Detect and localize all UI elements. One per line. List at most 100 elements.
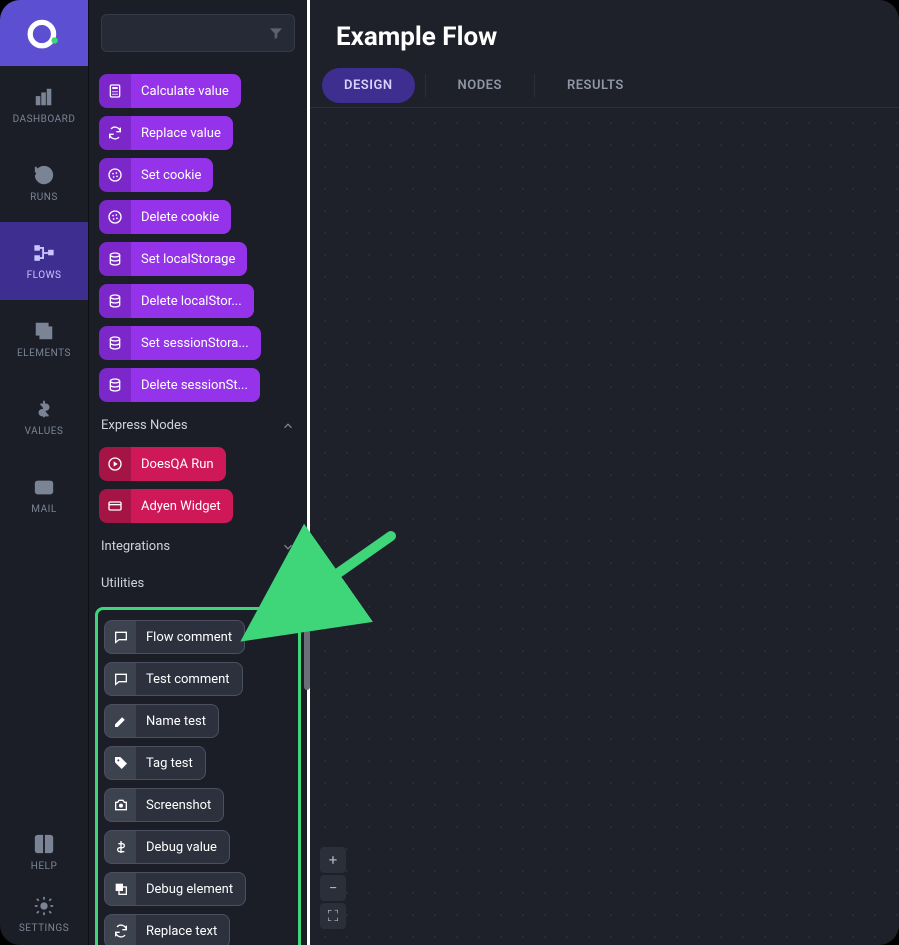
tab-label: RESULTS: [567, 78, 624, 93]
node-label: Delete sessionSt...: [131, 368, 260, 402]
nav-flows[interactable]: FLOWS: [0, 222, 88, 300]
cookie-icon: [99, 158, 131, 192]
node-doesqa-run[interactable]: DoesQA Run: [99, 447, 226, 481]
node-label: Delete localStor...: [131, 284, 254, 318]
palette-scroll[interactable]: Calculate value Replace value Set cookie…: [89, 66, 307, 945]
node-set-cookie[interactable]: Set cookie: [99, 158, 213, 192]
nav-settings[interactable]: SETTINGS: [0, 883, 88, 945]
category-integrations[interactable]: Integrations: [99, 527, 297, 564]
swap-icon: [99, 116, 131, 150]
node-delete-localstorage[interactable]: Delete localStor...: [99, 284, 254, 318]
node-replace-text[interactable]: Replace text: [104, 914, 230, 945]
category-label: Utilities: [101, 576, 144, 591]
dollar-icon: [33, 398, 55, 420]
zoom-in-button[interactable]: +: [320, 847, 346, 873]
category-utilities[interactable]: Utilities: [99, 564, 297, 601]
camera-icon: [104, 788, 136, 822]
flow-title: Example Flow: [336, 22, 873, 52]
node-debug-element[interactable]: Debug element: [104, 872, 246, 906]
node-name-test[interactable]: Name test: [104, 704, 219, 738]
node-label: Replace value: [131, 116, 233, 150]
tab-nodes[interactable]: NODES: [436, 68, 524, 103]
category-label: Express Nodes: [101, 418, 188, 433]
chevron-up-icon: [281, 577, 295, 591]
node-label: Screenshot: [136, 788, 224, 822]
node-label: Flow comment: [136, 620, 245, 654]
tag-icon: [104, 746, 136, 780]
database-icon: [99, 326, 131, 360]
node-label: DoesQA Run: [131, 447, 226, 481]
bar-chart-icon: [33, 86, 55, 108]
chevron-up-icon: [281, 419, 295, 433]
node-label: Delete cookie: [131, 200, 231, 234]
nav-label: DASHBOARD: [13, 114, 76, 125]
credit-card-icon: [99, 489, 131, 523]
tab-label: NODES: [458, 78, 502, 93]
node-label: Tag test: [136, 746, 206, 780]
node-label: Debug value: [136, 830, 230, 864]
node-label: Name test: [136, 704, 219, 738]
left-nav-rail: DASHBOARD RUNS FLOWS ELEMENTS VALUES MAI…: [0, 0, 88, 945]
nav-dashboard[interactable]: DASHBOARD: [0, 66, 88, 144]
book-icon: [33, 833, 55, 855]
filter-icon: [268, 25, 284, 45]
node-adyen-widget[interactable]: Adyen Widget: [99, 489, 233, 523]
node-label: Calculate value: [131, 74, 241, 108]
node-screenshot[interactable]: Screenshot: [104, 788, 224, 822]
node-calculate-value[interactable]: Calculate value: [99, 74, 241, 108]
flow-canvas[interactable]: + − ⛶: [310, 108, 899, 945]
node-set-sessionstorage[interactable]: Set sessionStora...: [99, 326, 261, 360]
node-palette-panel: Calculate value Replace value Set cookie…: [88, 0, 310, 945]
zoom-controls: + − ⛶: [320, 847, 346, 929]
node-label: Set localStorage: [131, 242, 247, 276]
nav-label: ELEMENTS: [17, 348, 71, 359]
chevron-down-icon: [281, 540, 295, 554]
node-test-comment[interactable]: Test comment: [104, 662, 243, 696]
node-label: Set sessionStora...: [131, 326, 261, 360]
main-area: Example Flow DESIGN NODES RESULTS + − ⛶: [310, 0, 899, 945]
swap-icon: [104, 914, 136, 945]
palette-search-row: [89, 0, 307, 66]
nav-label: FLOWS: [27, 270, 62, 281]
node-debug-value[interactable]: Debug value: [104, 830, 230, 864]
tab-design[interactable]: DESIGN: [322, 68, 415, 103]
nav-label: MAIL: [31, 504, 56, 515]
node-delete-sessionstorage[interactable]: Delete sessionSt...: [99, 368, 260, 402]
database-icon: [99, 242, 131, 276]
nav-label: RUNS: [30, 192, 58, 203]
category-express-nodes[interactable]: Express Nodes: [99, 406, 297, 443]
palette-search-input[interactable]: [101, 14, 295, 52]
gear-icon: [33, 895, 55, 917]
utilities-highlight: Flow comment Test comment Name test Tag …: [95, 607, 301, 945]
database-icon: [99, 284, 131, 318]
node-label: Set cookie: [131, 158, 213, 192]
node-set-localstorage[interactable]: Set localStorage: [99, 242, 247, 276]
tab-label: DESIGN: [344, 78, 393, 93]
category-label: Integrations: [101, 539, 170, 554]
zoom-fit-button[interactable]: ⛶: [320, 903, 346, 929]
play-icon: [99, 447, 131, 481]
nav-label: HELP: [31, 861, 58, 872]
nav-label: SETTINGS: [19, 923, 69, 934]
nav-runs[interactable]: RUNS: [0, 144, 88, 222]
zoom-out-button[interactable]: −: [320, 875, 346, 901]
node-replace-value[interactable]: Replace value: [99, 116, 233, 150]
node-label: Test comment: [136, 662, 243, 696]
mail-icon: [33, 476, 55, 498]
comment-icon: [104, 662, 136, 696]
nav-elements[interactable]: ELEMENTS: [0, 300, 88, 378]
pencil-icon: [104, 704, 136, 738]
history-icon: [33, 164, 55, 186]
node-tag-test[interactable]: Tag test: [104, 746, 206, 780]
cookie-icon: [99, 200, 131, 234]
nav-values[interactable]: VALUES: [0, 378, 88, 456]
nav-help[interactable]: HELP: [0, 821, 88, 883]
node-delete-cookie[interactable]: Delete cookie: [99, 200, 231, 234]
nav-mail[interactable]: MAIL: [0, 456, 88, 534]
dollar-icon: [104, 830, 136, 864]
flow-icon: [33, 242, 55, 264]
tab-results[interactable]: RESULTS: [545, 68, 646, 103]
app-logo[interactable]: [0, 0, 88, 66]
node-flow-comment[interactable]: Flow comment: [104, 620, 245, 654]
calculator-icon: [99, 74, 131, 108]
